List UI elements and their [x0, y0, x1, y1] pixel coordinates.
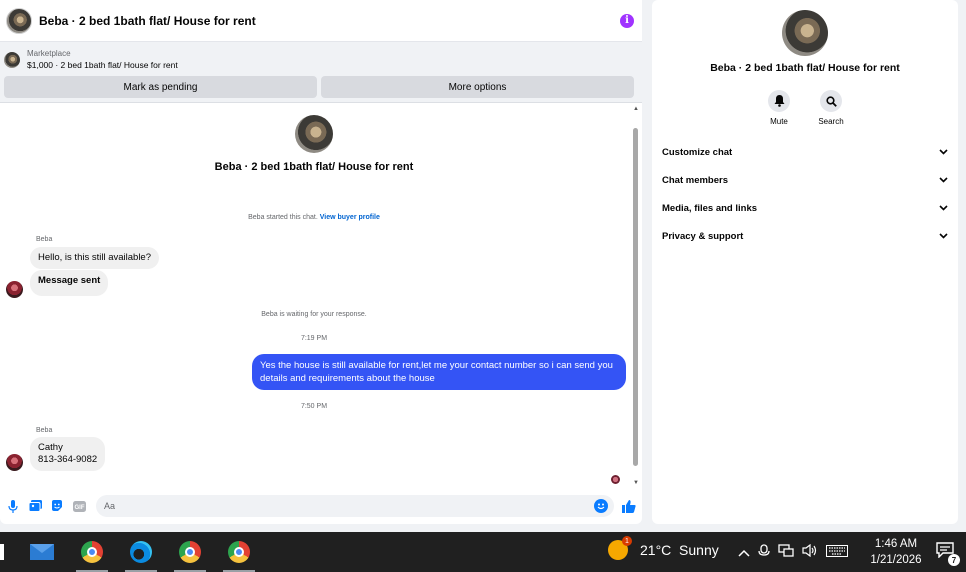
section-label: Media, files and links — [662, 202, 758, 214]
weather-widget[interactable]: 1 21°C Sunny — [608, 536, 719, 560]
chevron-down-icon — [939, 177, 948, 183]
section-customize-chat[interactable]: Customize chat — [652, 138, 958, 166]
bell-icon — [768, 90, 790, 112]
marketplace-actions: Mark as pending More options — [4, 76, 634, 98]
chat-started-notice: Beba started this chat. View buyer profi… — [0, 214, 628, 221]
side-sections: Customize chat Chat members Media, files… — [652, 138, 958, 250]
taskbar: 1 21°C Sunny 1:46 AM 1/21/2026 7 — [0, 532, 966, 572]
scroll-thumb[interactable] — [633, 128, 638, 466]
message-input-placeholder: Aa — [104, 501, 116, 511]
marketplace-bar: Marketplace $1,000 · 2 bed 1bath flat/ H… — [0, 42, 642, 103]
notification-count-badge: 7 — [948, 554, 960, 566]
chat-started-text: Beba started this chat. — [248, 214, 318, 221]
sun-icon: 1 — [608, 536, 632, 560]
side-avatar[interactable] — [782, 10, 828, 56]
taskbar-chrome-app[interactable] — [72, 532, 112, 572]
read-receipt-avatar — [611, 475, 620, 484]
system-tray — [738, 532, 848, 572]
chevron-down-icon — [939, 233, 948, 239]
sender-avatar[interactable] — [6, 281, 23, 298]
conversation-intro: Beba · 2 bed 1bath flat/ House for rent — [0, 115, 628, 173]
timestamp: 7:19 PM — [300, 335, 328, 342]
chrome-icon — [179, 541, 201, 563]
more-options-button[interactable]: More options — [321, 76, 634, 98]
search-icon — [820, 90, 842, 112]
message-input[interactable]: Aa — [96, 495, 614, 517]
scrollbar[interactable]: ▲ ▼ — [633, 106, 639, 486]
network-icon[interactable] — [778, 544, 794, 560]
chat-panel: Beba · 2 bed 1bath flat/ House for rent … — [0, 0, 642, 524]
listing-avatar[interactable] — [6, 7, 32, 34]
section-label: Chat members — [662, 174, 728, 186]
gif-icon[interactable]: GIF — [72, 499, 86, 513]
message-bubble[interactable]: Cathy 813-364-9082 — [30, 437, 106, 471]
section-chat-members[interactable]: Chat members — [652, 166, 958, 194]
scroll-up-arrow[interactable]: ▲ — [633, 106, 639, 112]
sent-message-bubble[interactable]: Yes the house is still available for ren… — [252, 354, 626, 390]
chat-header: Beba · 2 bed 1bath flat/ House for rent … — [0, 0, 642, 42]
marketplace-thumbnail — [4, 52, 20, 68]
message-line: 813-364-9082 — [38, 454, 98, 465]
sender-name: Beba — [36, 236, 53, 243]
meet-now-icon[interactable] — [758, 543, 770, 561]
marketplace-label: Marketplace — [27, 49, 71, 58]
section-label: Privacy & support — [662, 230, 744, 242]
weather-badge: 1 — [622, 536, 632, 546]
sender-avatar[interactable] — [6, 454, 23, 471]
mute-label: Mute — [770, 117, 788, 126]
taskbar-mail-app[interactable] — [22, 532, 62, 572]
scroll-down-arrow[interactable]: ▼ — [633, 480, 639, 486]
side-actions: Mute Search — [652, 90, 958, 126]
chevron-down-icon — [939, 149, 948, 155]
emoji-icon[interactable] — [594, 499, 608, 513]
clock-date: 1/21/2026 — [870, 554, 922, 566]
chat-info-panel: Beba · 2 bed 1bath flat/ House for rent … — [652, 0, 958, 524]
section-media-files-links[interactable]: Media, files and links — [652, 194, 958, 222]
svg-text:GIF: GIF — [74, 505, 84, 511]
mute-button[interactable]: Mute — [764, 90, 794, 126]
chat-title[interactable]: Beba · 2 bed 1bath flat/ House for rent — [39, 14, 620, 28]
marketplace-listing[interactable]: Marketplace $1,000 · 2 bed 1bath flat/ H… — [4, 48, 634, 72]
message-bubble[interactable]: Hello, is this still available? — [30, 247, 159, 269]
conversation-title: Beba · 2 bed 1bath flat/ House for rent — [214, 161, 414, 173]
view-buyer-profile-link[interactable]: View buyer profile — [320, 214, 380, 221]
taskbar-edge-app[interactable] — [121, 532, 161, 572]
conversation-avatar[interactable] — [295, 115, 333, 153]
message-bubble[interactable]: Message sent — [30, 270, 109, 296]
section-privacy-support[interactable]: Privacy & support — [652, 222, 958, 250]
keyboard-icon[interactable] — [826, 544, 848, 560]
taskbar-clock[interactable]: 1:46 AM 1/21/2026 — [864, 536, 928, 568]
timestamp: 7:50 PM — [300, 403, 328, 410]
chrome-icon — [81, 541, 103, 563]
start-button-edge[interactable] — [0, 544, 4, 560]
edge-icon — [130, 541, 152, 563]
clock-time: 1:46 AM — [874, 538, 918, 550]
section-label: Customize chat — [662, 146, 733, 158]
chevron-up-icon[interactable] — [738, 545, 750, 560]
message-line: Cathy — [38, 442, 63, 453]
marketplace-listing-text: $1,000 · 2 bed 1bath flat/ House for ren… — [27, 60, 178, 70]
weather-text: 21°C Sunny — [640, 542, 719, 558]
microphone-icon[interactable] — [6, 499, 20, 513]
volume-icon[interactable] — [802, 543, 818, 560]
mark-as-pending-button[interactable]: Mark as pending — [4, 76, 317, 98]
info-icon[interactable]: i — [620, 13, 634, 28]
thumbs-up-icon[interactable] — [622, 499, 636, 513]
waiting-notice: Beba is waiting for your response. — [261, 311, 367, 318]
chevron-down-icon — [939, 205, 948, 211]
taskbar-chrome-app[interactable] — [219, 532, 259, 572]
sticker-icon[interactable] — [50, 499, 64, 513]
mail-icon — [30, 544, 54, 560]
composer: GIF Aa — [0, 492, 642, 520]
search-button[interactable]: Search — [816, 90, 846, 126]
taskbar-chrome-app[interactable] — [170, 532, 210, 572]
side-title: Beba · 2 bed 1bath flat/ House for rent — [710, 62, 900, 74]
chrome-icon — [228, 541, 250, 563]
photo-icon[interactable] — [28, 499, 42, 513]
message-list: Beba · 2 bed 1bath flat/ House for rent … — [0, 104, 642, 488]
notification-center-button[interactable]: 7 — [936, 542, 960, 566]
sender-name: Beba — [36, 427, 53, 434]
search-label: Search — [818, 117, 844, 126]
